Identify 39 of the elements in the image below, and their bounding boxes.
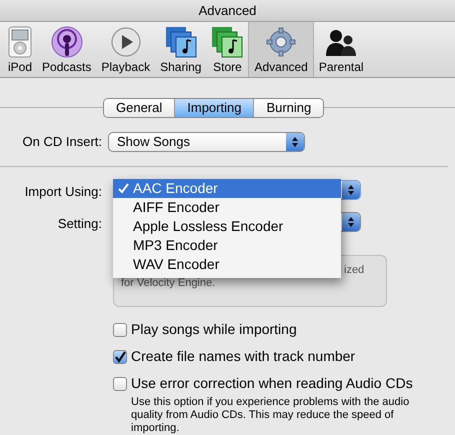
dropdown[interactable]: Show Songs [108,132,305,152]
toolbar-button[interactable]: Store [206,22,248,77]
ipod-icon [8,26,32,58]
menu-item[interactable]: WAV Encoder [113,255,341,274]
description-text: ized [344,264,364,276]
music-folders-icon [211,26,244,58]
menu-item[interactable]: Apple Lossless Encoder [113,217,341,236]
toolbar-button[interactable]: Parental [314,22,369,77]
checkbox-label: Play songs while importing [131,320,297,339]
tab[interactable]: General [104,99,174,117]
menu-item[interactable]: AAC Encoder [113,179,341,198]
stepper-icon [286,133,304,151]
help-text: Use this option if you experience problems with the audio quality from Audio CDs. This may reduce the speed of importing. [130,395,410,435]
checkbox[interactable] [113,350,127,364]
toolbar-button[interactable]: iPod [3,22,38,77]
checkbox-label: Create file names with track number [131,347,356,366]
play-icon [110,26,142,58]
tab[interactable]: Importing [174,99,254,117]
checkbox-label: Use error correction when reading Audio CDs [131,374,413,393]
toolbar-button[interactable]: Advanced [248,22,314,77]
menu-item[interactable]: AIFF Encoder [113,198,341,217]
field-label: Setting: [56,215,103,233]
checkbox[interactable] [113,376,127,390]
podcast-icon [50,26,83,58]
tab[interactable]: Burning [253,99,324,117]
menu-item[interactable]: MP3 Encoder [113,236,341,255]
toolbar-button[interactable]: Podcasts [37,22,96,77]
window-title: Advanced [198,2,256,20]
checkbox[interactable] [113,322,127,336]
field-label: Import Using: [24,183,103,201]
toolbar-button[interactable]: Playback [96,22,156,77]
checkmark-icon [118,183,128,194]
stepper-icon [342,181,360,199]
description-text: for Velocity Engine. [121,277,216,289]
gear-icon [265,26,298,58]
stepper-icon [342,213,360,231]
toolbar-button[interactable]: Sharing [155,22,206,77]
field-label: On CD Insert: [22,133,103,152]
music-folders-icon [164,26,197,58]
